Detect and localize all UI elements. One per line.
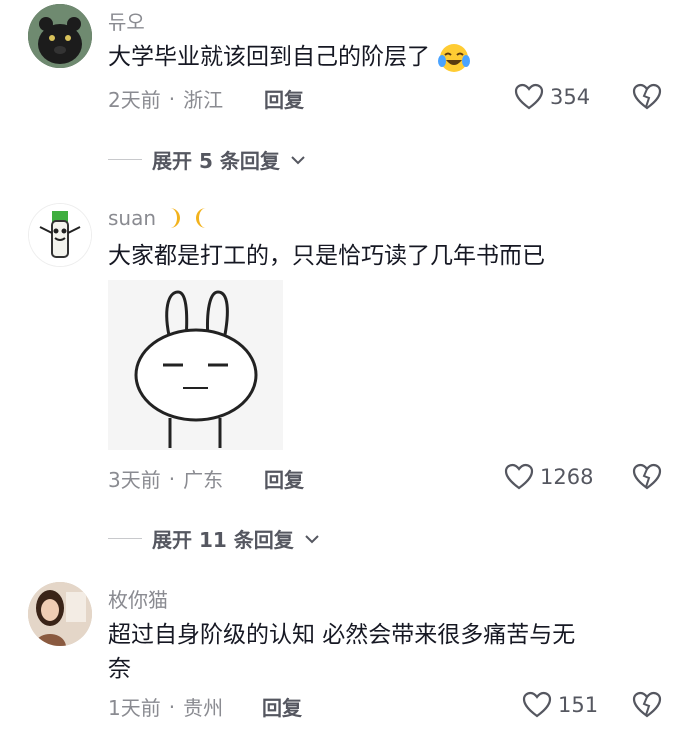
dislike-button[interactable] [632,463,662,495]
username[interactable]: suan [108,206,212,230]
broken-heart-icon [632,83,662,110]
dislike-button[interactable] [632,691,662,723]
comment-meta: 2天前 · 浙江 [108,84,223,113]
comment-text: 大学毕业就该回到自己的阶层了 [108,40,471,75]
timestamp: 3天前 [108,468,161,492]
username[interactable]: 듀오 [108,6,145,35]
comment-text-content: 大学毕业就该回到自己的阶层了 [108,44,430,70]
like-count: 354 [550,85,591,109]
separator: · [168,466,176,491]
avatar[interactable] [28,582,92,646]
expand-replies-label: 展开 11 条回复 [152,528,294,552]
like-count: 151 [558,693,599,717]
timestamp: 2天前 [108,88,161,112]
like-count: 1268 [540,465,594,489]
username-text: suan [108,206,157,230]
divider [108,159,142,160]
expand-replies-button[interactable]: 展开 11 条回复 [108,524,320,553]
timestamp: 1天前 [108,696,161,720]
expand-replies-label: 展开 5 条回复 [152,149,280,173]
rabbit-sticker-icon [108,280,283,450]
avatar[interactable] [28,4,92,68]
moon-face-icon [196,208,207,228]
like-button[interactable]: 1268 [504,463,593,491]
heart-icon [504,463,534,490]
comment-text: 大家都是打工的，只是恰巧读了几年书而已 [108,243,545,269]
location: 广东 [183,468,224,492]
username[interactable]: 枚你猫 [108,584,168,613]
chevron-down-icon [305,534,319,543]
reply-button[interactable]: 回复 [264,84,304,113]
user-photo-avatar-icon [28,582,92,646]
comment-text: 超过自身阶级的认知 必然会带来很多痛苦与无 奈 [108,618,575,686]
reply-button[interactable]: 回复 [264,464,304,493]
location: 贵州 [183,696,224,720]
comment-text-line: 奈 [108,656,131,682]
heart-icon [514,83,544,110]
leek-mascot-avatar-icon [29,204,91,266]
avatar[interactable] [28,203,92,267]
comment-meta: 3天前 · 广东 [108,464,223,493]
like-button[interactable]: 354 [514,83,590,111]
location: 浙江 [183,88,224,112]
heart-icon [522,691,552,718]
comment-text-line: 超过自身阶级的认知 必然会带来很多痛苦与无 [108,622,576,648]
reply-button[interactable]: 回复 [262,692,302,721]
like-button[interactable]: 151 [522,691,598,719]
laughing-tears-emoji-icon [438,43,471,72]
panther-avatar-icon [28,4,92,68]
expand-replies-button[interactable]: 展开 5 条回复 [108,145,306,174]
dislike-button[interactable] [632,83,662,115]
moon-icon [170,208,181,228]
chevron-down-icon [291,155,305,164]
comment-meta: 1天前 · 贵州 [108,692,223,721]
broken-heart-icon [632,691,662,718]
separator: · [168,86,176,111]
comment-sticker-image[interactable] [108,280,283,450]
separator: · [168,694,176,719]
divider [108,538,142,539]
broken-heart-icon [632,463,662,490]
